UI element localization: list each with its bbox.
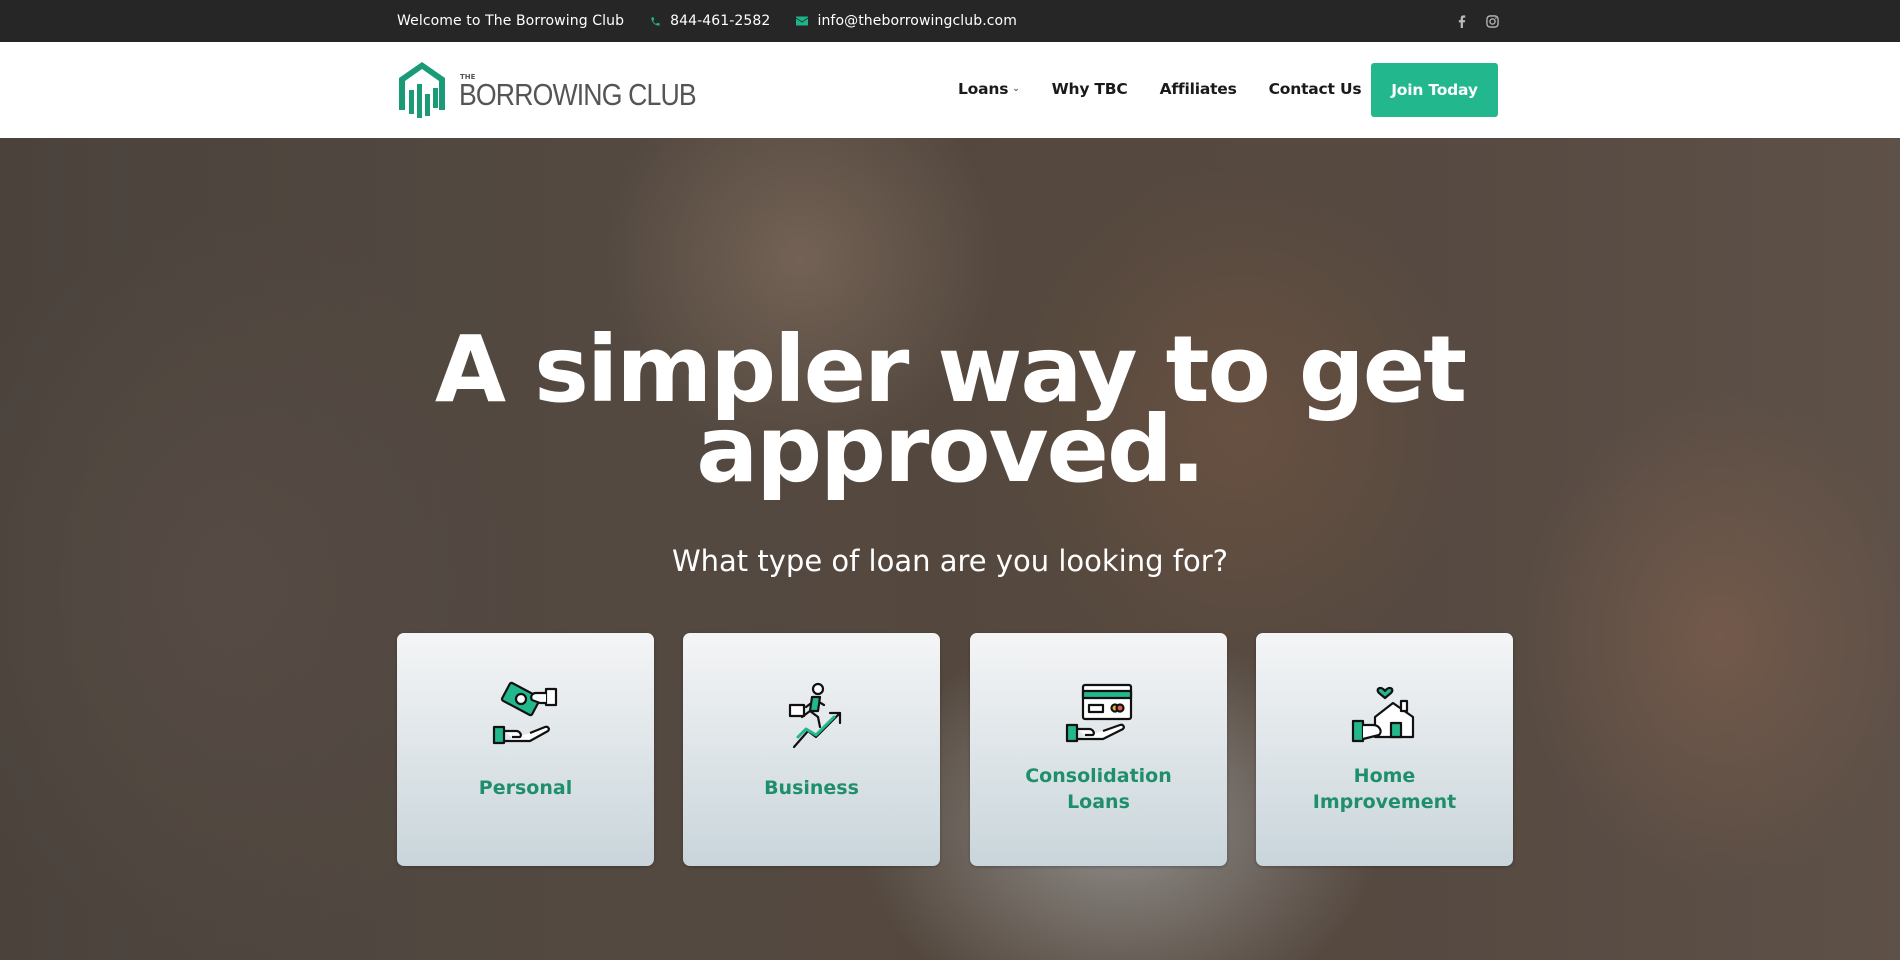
nav-affiliates[interactable]: Affiliates xyxy=(1160,80,1237,98)
hand-house-icon xyxy=(1347,679,1423,755)
social-links xyxy=(1458,14,1499,28)
logo-wordmark: THE BORROWING CLUB xyxy=(459,71,744,112)
site-header: THE BORROWING CLUB Loans ⌄ Why TBC Affil… xyxy=(0,42,1900,138)
loan-card-personal-label: Personal xyxy=(478,777,573,799)
home-improvement-label-line-1: Home xyxy=(1353,765,1416,787)
envelope-icon xyxy=(796,16,809,26)
headline-line-2: approved. xyxy=(696,396,1206,503)
nav-contact-us-label: Contact Us xyxy=(1268,80,1362,98)
nav-why-tbc[interactable]: Why TBC xyxy=(1052,80,1128,98)
facebook-icon[interactable] xyxy=(1458,14,1466,28)
nav-loans[interactable]: Loans ⌄ xyxy=(958,80,1020,98)
chevron-down-icon: ⌄ xyxy=(1012,84,1020,94)
loan-card-business[interactable]: Business xyxy=(683,633,940,866)
join-today-button[interactable]: Join Today xyxy=(1371,63,1498,117)
email-link[interactable]: info@theborrowingclub.com xyxy=(796,13,1017,29)
hero-subheading: What type of loan are you looking for? xyxy=(671,544,1229,578)
logo-name: BORROWING CLUB xyxy=(459,77,697,112)
hero-section: A simpler way to get approved. What type… xyxy=(0,138,1900,960)
phone-link[interactable]: 844-461-2582 xyxy=(650,13,770,29)
consolidation-label-line-1: Consolidation xyxy=(1025,765,1172,787)
home-improvement-label-line-2: Improvement xyxy=(1312,791,1457,813)
welcome-text: Welcome to The Borrowing Club xyxy=(397,13,624,29)
nav-contact-us[interactable]: Contact Us xyxy=(1269,80,1362,98)
loan-card-business-label: Business xyxy=(764,777,859,799)
loan-card-personal[interactable]: Personal xyxy=(397,633,654,866)
loan-card-consolidation-label: Consolidation Loans xyxy=(989,763,1209,815)
loan-card-consolidation[interactable]: Consolidation Loans xyxy=(970,633,1227,866)
hand-card-icon xyxy=(1061,679,1137,755)
logo-mark-icon xyxy=(397,60,447,122)
nav-why-tbc-label: Why TBC xyxy=(1051,80,1128,98)
welcome-label: Welcome to The Borrowing Club xyxy=(397,13,625,29)
top-info-bar: Welcome to The Borrowing Club 844-461-25… xyxy=(0,0,1900,42)
nav-affiliates-label: Affiliates xyxy=(1159,80,1237,98)
phone-number: 844-461-2582 xyxy=(670,13,771,29)
nav-loans-label: Loans xyxy=(958,80,1009,98)
email-address: info@theborrowingclub.com xyxy=(817,13,1017,29)
hand-money-icon xyxy=(488,679,564,755)
hero-headline: A simpler way to get approved. xyxy=(0,324,1900,496)
instagram-icon[interactable] xyxy=(1486,14,1499,28)
loan-card-home-improvement-label: Home Improvement xyxy=(1275,763,1495,815)
loan-card-home-improvement[interactable]: Home Improvement xyxy=(1256,633,1513,866)
main-nav: Loans ⌄ Why TBC Affiliates Contact Us xyxy=(958,62,1393,116)
loan-type-cards: Personal Business Consolidation Loans Ho… xyxy=(397,633,1513,866)
phone-icon xyxy=(650,16,661,27)
business-growth-icon xyxy=(774,679,850,755)
consolidation-label-line-2: Loans xyxy=(1067,791,1130,813)
brand-logo[interactable]: THE BORROWING CLUB xyxy=(397,62,744,120)
join-today-label: Join Today xyxy=(1391,81,1478,99)
